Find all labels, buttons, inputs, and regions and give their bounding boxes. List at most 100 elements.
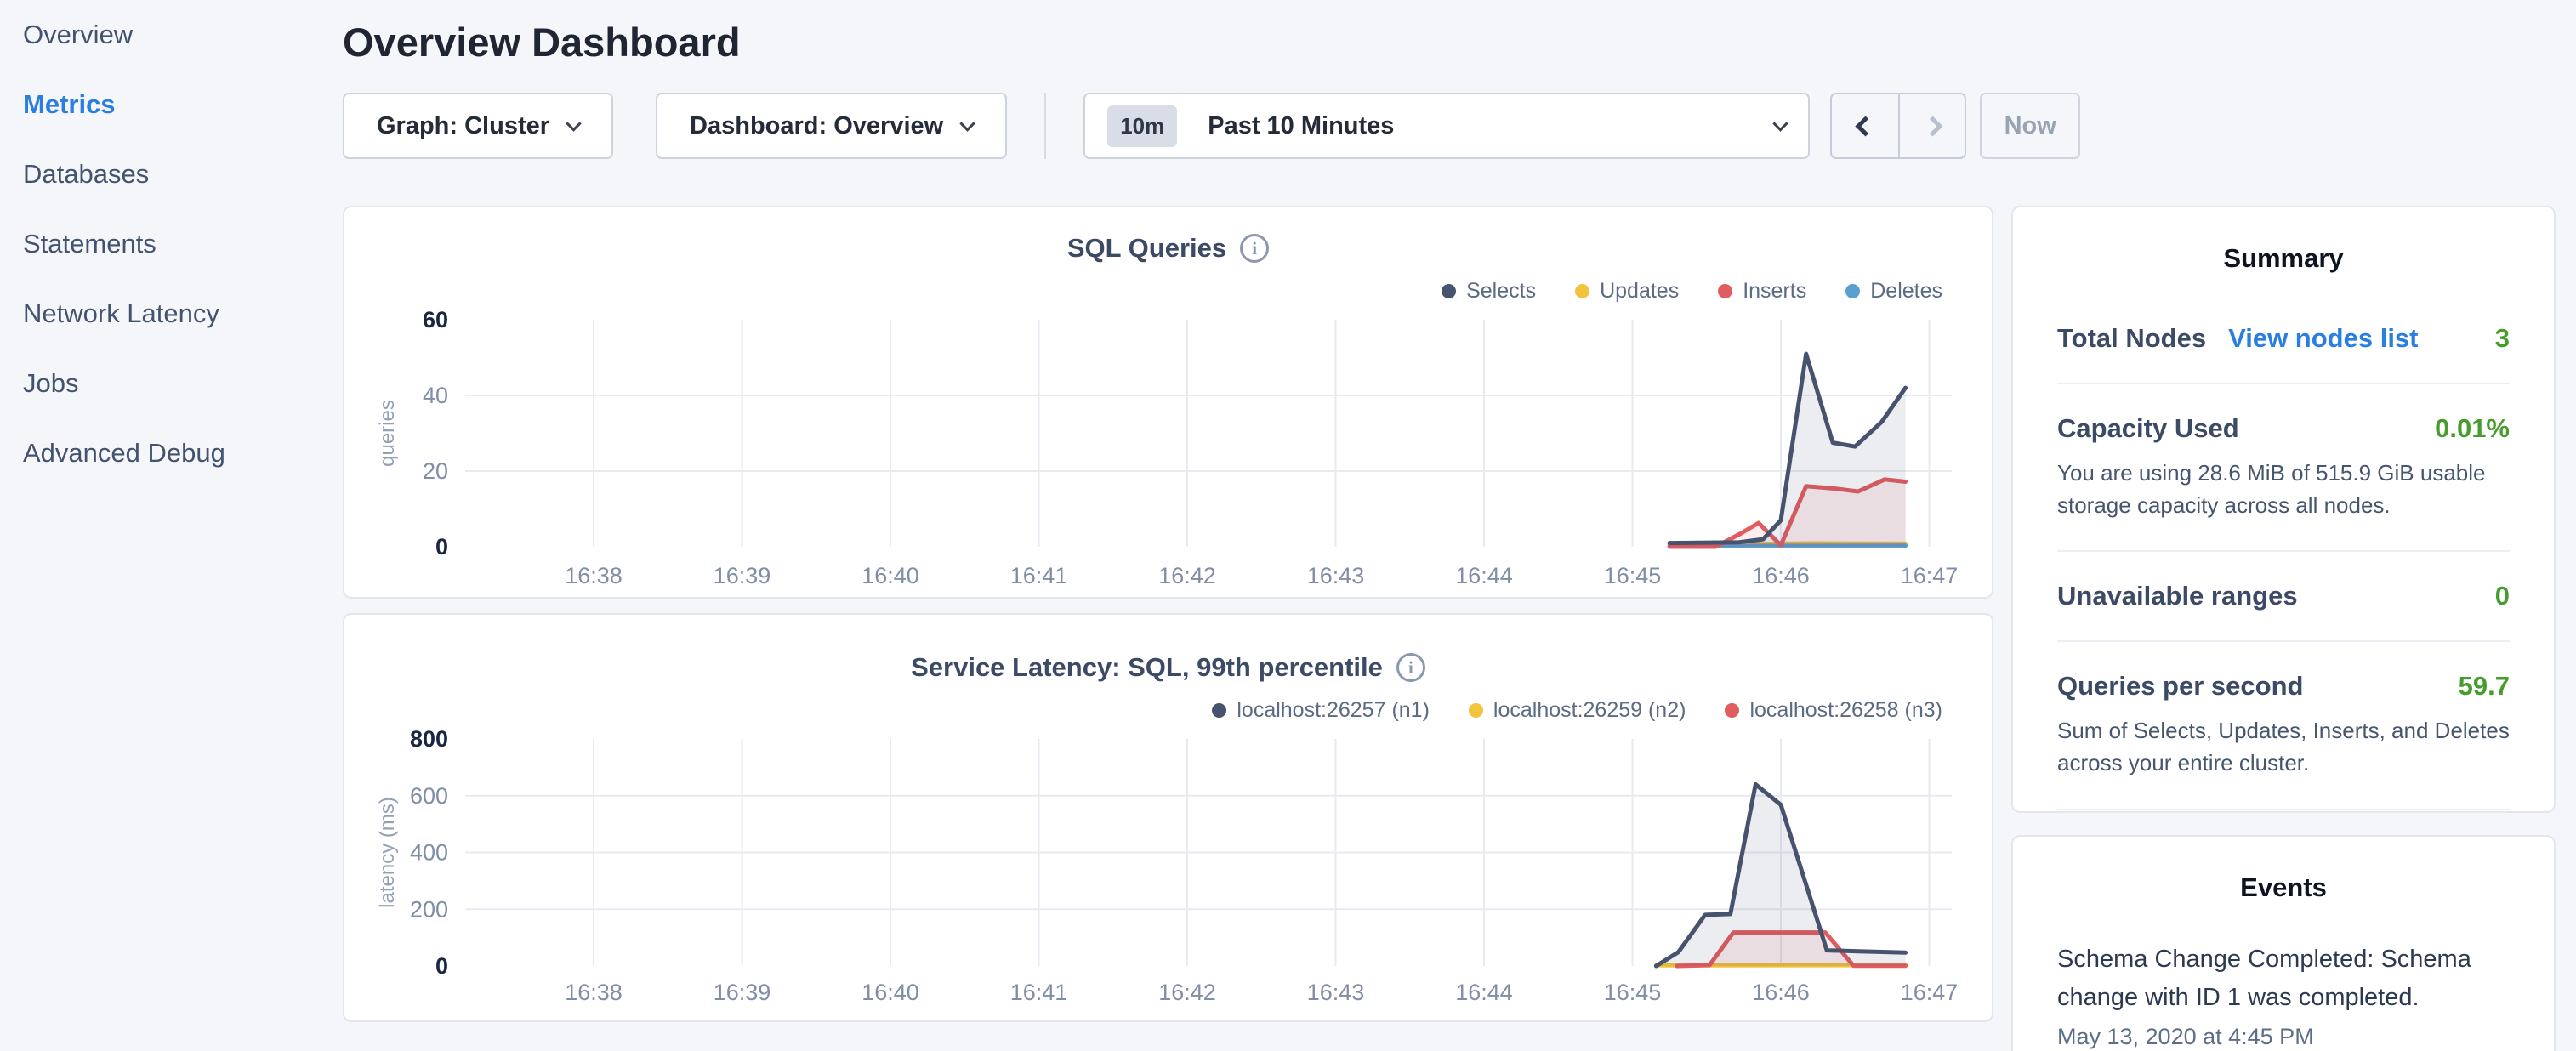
graph-dropdown[interactable]: Graph: Cluster — [343, 93, 613, 159]
summary-divider — [2057, 640, 2510, 642]
svg-text:16:44: 16:44 — [1455, 563, 1513, 588]
svg-text:16:39: 16:39 — [714, 563, 771, 588]
sidebar: OverviewMetricsDatabasesStatementsNetwor… — [0, 0, 340, 1051]
svg-text:800: 800 — [410, 726, 448, 752]
svg-text:16:40: 16:40 — [862, 563, 919, 588]
svg-text:60: 60 — [423, 307, 448, 332]
sidebar-item-advanced-debug[interactable]: Advanced Debug — [0, 418, 340, 488]
events-panel: Events Schema Change Completed: Schema c… — [2011, 835, 2556, 1051]
prev-time-button[interactable] — [1832, 94, 1898, 157]
svg-text:latency (ms): latency (ms) — [376, 797, 399, 908]
legend-item[interactable]: localhost:26259 (n2) — [1469, 698, 1686, 723]
svg-text:16:41: 16:41 — [1010, 980, 1068, 1005]
svg-text:16:45: 16:45 — [1604, 980, 1662, 1005]
legend-label: Updates — [1600, 279, 1679, 304]
chart-title: Service Latency: SQL, 99th percentile — [911, 652, 1383, 683]
legend-label: Selects — [1466, 279, 1536, 304]
legend-item[interactable]: Deletes — [1845, 279, 1942, 304]
svg-text:0: 0 — [435, 953, 448, 979]
svg-text:queries: queries — [376, 400, 399, 467]
sidebar-item-databases[interactable]: Databases — [0, 139, 340, 209]
info-icon[interactable]: i — [1240, 234, 1269, 263]
sidebar-item-network-latency[interactable]: Network Latency — [0, 279, 340, 349]
svg-text:16:41: 16:41 — [1010, 563, 1068, 588]
chart-title: SQL Queries — [1067, 233, 1226, 264]
chevron-left-icon — [1855, 116, 1875, 136]
sidebar-item-statements[interactable]: Statements — [0, 209, 340, 279]
dashboard-content: 0 20 40 60 16:38 16:39 16:40 16:41 16:42 16:43 16:… — [343, 206, 2556, 1051]
page-title: Overview Dashboard — [343, 19, 2556, 65]
legend-dot — [1442, 284, 1456, 298]
svg-text:16:38: 16:38 — [565, 563, 623, 588]
summary-row-label: Unavailable ranges — [2057, 581, 2298, 611]
summary-row-label: Total Nodes — [2057, 323, 2206, 354]
legend-dot — [1469, 703, 1483, 718]
chevron-down-icon — [959, 116, 975, 131]
chevron-down-icon — [1772, 116, 1788, 131]
summary-row: Capacity Used0.01%You are using 28.6 MiB… — [2057, 413, 2510, 521]
dashboard-dropdown[interactable]: Dashboard: Overview — [656, 93, 1007, 159]
sql-queries-plot[interactable]: 0 20 40 60 16:38 16:39 16:40 16:41 16:42 16:43 16:… — [344, 207, 1992, 597]
legend-dot — [1725, 703, 1739, 718]
time-range-label: Past 10 Minutes — [1208, 112, 1394, 140]
svg-text:16:43: 16:43 — [1307, 980, 1365, 1005]
view-nodes-list-link[interactable]: View nodes list — [2228, 323, 2418, 354]
next-time-button[interactable] — [1898, 94, 1965, 157]
summary-divider — [2057, 550, 2510, 552]
svg-text:200: 200 — [410, 896, 448, 922]
summary-row: Unavailable ranges 0 — [2057, 581, 2510, 611]
summary-row-value: 3 — [2495, 323, 2510, 354]
event-timestamp: May 13, 2020 at 4:45 PM — [2057, 1024, 2510, 1050]
right-column: Summary Total Nodes View nodes list 3 Capac… — [2011, 206, 2556, 1051]
now-button[interactable]: Now — [1980, 93, 2080, 159]
chart-title-row: Service Latency: SQL, 99th percentile i — [344, 652, 1992, 683]
svg-text:40: 40 — [423, 383, 448, 408]
legend-item[interactable]: Inserts — [1718, 279, 1806, 304]
chevron-right-icon — [1922, 116, 1942, 136]
event-text[interactable]: Schema Change Completed: Schema change w… — [2057, 940, 2510, 1017]
legend-label: localhost:26258 (n3) — [1749, 698, 1942, 723]
svg-text:16:42: 16:42 — [1158, 980, 1216, 1005]
legend-label: localhost:26259 (n2) — [1493, 698, 1686, 723]
svg-text:20: 20 — [423, 458, 448, 484]
sidebar-item-overview[interactable]: Overview — [0, 0, 340, 70]
svg-text:400: 400 — [410, 840, 448, 866]
toolbar: Graph: Cluster Dashboard: Overview 10m P… — [343, 93, 2556, 159]
legend-item[interactable]: localhost:26258 (n3) — [1725, 698, 1942, 723]
sql-queries-chart-card: 0 20 40 60 16:38 16:39 16:40 16:41 16:42 16:43 16:… — [343, 206, 1993, 599]
svg-text:16:47: 16:47 — [1901, 563, 1959, 588]
dashboard-dropdown-label: Dashboard: Overview — [690, 112, 943, 140]
sidebar-item-metrics[interactable]: Metrics — [0, 70, 340, 139]
summary-row-description: Sum of Selects, Updates, Inserts, and De… — [2057, 715, 2510, 779]
chevron-down-icon — [566, 116, 581, 131]
svg-text:16:45: 16:45 — [1604, 563, 1662, 588]
charts-column: 0 20 40 60 16:38 16:39 16:40 16:41 16:42 16:43 16:… — [343, 206, 1993, 1051]
legend-item[interactable]: localhost:26257 (n1) — [1212, 698, 1430, 723]
main-area: Overview Dashboard Graph: Cluster Dashbo… — [340, 0, 2576, 1051]
events-title: Events — [2057, 872, 2510, 903]
summary-row-value: 0 — [2495, 581, 2510, 611]
summary-row-description: You are using 28.6 MiB of 515.9 GiB usab… — [2057, 457, 2510, 521]
summary-row-label: Queries per second — [2057, 671, 2303, 702]
svg-text:16:42: 16:42 — [1158, 563, 1216, 588]
legend-item[interactable]: Updates — [1575, 279, 1679, 304]
svg-text:16:44: 16:44 — [1455, 980, 1513, 1005]
legend-label: Inserts — [1743, 279, 1806, 304]
legend-label: Deletes — [1870, 279, 1942, 304]
svg-text:16:39: 16:39 — [714, 980, 771, 1005]
summary-row-label: Capacity Used — [2057, 413, 2239, 444]
service-latency-chart-card: 020040060080016:3816:3916:4016:4116:4216… — [343, 613, 1993, 1022]
summary-row: Queries per second59.7Sum of Selects, Up… — [2057, 671, 2510, 779]
time-range-badge: 10m — [1107, 105, 1177, 147]
chart-title-row: SQL Queries i — [344, 233, 1992, 264]
svg-text:16:43: 16:43 — [1307, 563, 1365, 588]
sidebar-item-jobs[interactable]: Jobs — [0, 349, 340, 418]
legend-item[interactable]: Selects — [1442, 279, 1536, 304]
legend-dot — [1718, 284, 1732, 298]
svg-text:0: 0 — [435, 534, 448, 560]
summary-title: Summary — [2057, 243, 2510, 274]
info-icon[interactable]: i — [1396, 653, 1425, 682]
time-range-dropdown[interactable]: 10m Past 10 Minutes — [1083, 93, 1810, 159]
legend-dot — [1845, 284, 1860, 298]
chart-legend: Selects Updates Inserts Deletes — [1442, 279, 1992, 304]
